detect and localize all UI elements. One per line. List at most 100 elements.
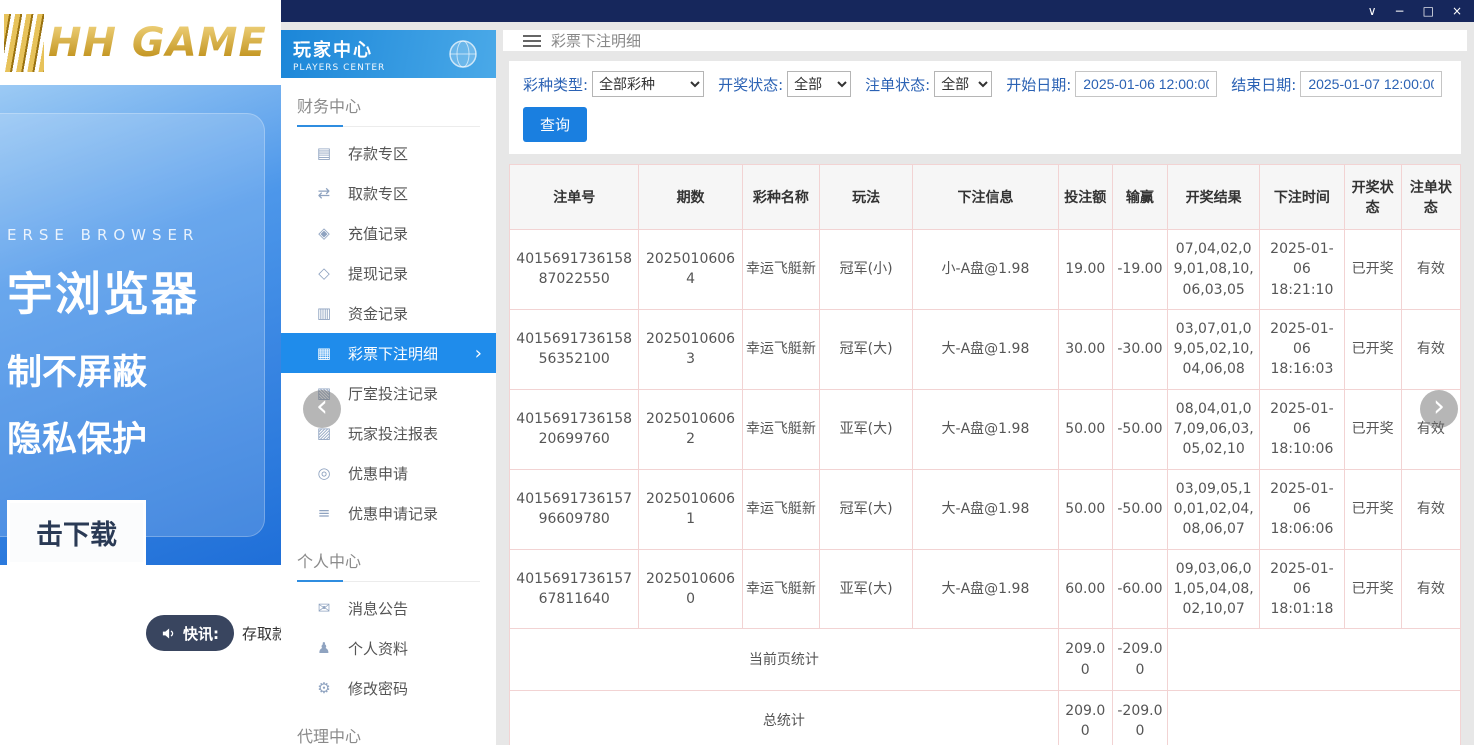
page-total-label: 当前页统计 <box>510 629 1059 691</box>
start-date-label: 开始日期: <box>1006 74 1071 95</box>
cell-win_loss: -30.00 <box>1112 309 1167 389</box>
cell-draw_status: 已开奖 <box>1344 230 1401 310</box>
draw-status-select[interactable]: 全部 <box>787 71 851 97</box>
hhgame-logo-icon <box>4 14 44 72</box>
promo-apply-record-icon: ≡ <box>315 504 333 522</box>
window-maximize-icon[interactable]: □ <box>1423 5 1434 17</box>
cell-draw_status: 已开奖 <box>1344 389 1401 469</box>
cell-order_no: 401569173615767811640 <box>510 549 639 629</box>
cell-play: 冠军(大) <box>819 469 912 549</box>
cell-lottery_name: 幸运飞艇新 <box>742 469 819 549</box>
speaker-icon <box>161 626 176 641</box>
sidebar-item-label: 取款专区 <box>348 183 408 204</box>
cell-bet_amount: 60.00 <box>1058 549 1112 629</box>
lottery-type-label: 彩种类型: <box>523 74 588 95</box>
table-row: 40156917361579660978020250106061幸运飞艇新冠军(… <box>510 469 1461 549</box>
sidebar-item-funds-record[interactable]: ▥资金记录 <box>281 293 496 333</box>
col-header-bet_amount: 投注额 <box>1058 165 1112 230</box>
cell-period: 20250106060 <box>639 549 742 629</box>
cell-win_loss: -19.00 <box>1112 230 1167 310</box>
download-button[interactable]: 击下载 <box>7 500 146 565</box>
page-total-row: 当前页统计 209.00 -209.00 <box>510 629 1461 691</box>
page-total-bet: 209.00 <box>1058 629 1112 691</box>
sidebar-item-withdraw[interactable]: ⇄取款专区 <box>281 173 496 213</box>
promo-banner-card: ERSE BROWSER 宇浏览器 制不屏蔽 隐私保护 击下载 <box>0 113 265 537</box>
cell-play: 亚军(大) <box>819 389 912 469</box>
cell-order_no: 401569173615796609780 <box>510 469 639 549</box>
end-date-input[interactable] <box>1300 71 1442 97</box>
sidebar-item-withdraw-record[interactable]: ◇ 提现记录 <box>281 253 496 293</box>
filter-panel: 彩种类型: 全部彩种 开奖状态: 全部 注单状态: 全部 <box>509 61 1461 154</box>
cell-period: 20250106064 <box>639 230 742 310</box>
col-header-lottery_name: 彩种名称 <box>742 165 819 230</box>
cell-bet_amount: 19.00 <box>1058 230 1112 310</box>
grand-total-empty <box>1168 691 1461 745</box>
sidebar-item-profile[interactable]: ♟个人资料 <box>281 628 496 668</box>
order-status-select[interactable]: 全部 <box>934 71 992 97</box>
menu-toggle-icon[interactable] <box>523 35 541 47</box>
sidebar-item-change-password[interactable]: ⚙修改密码 <box>281 668 496 708</box>
cell-draw_result: 09,03,06,01,05,04,08,02,10,07 <box>1168 549 1260 629</box>
section-title-0: 财务中心 <box>297 93 480 127</box>
sidebar-item-label: 修改密码 <box>348 678 408 699</box>
end-date-label: 结束日期: <box>1231 74 1296 95</box>
cell-draw_result: 03,07,01,09,05,02,10,04,06,08 <box>1168 309 1260 389</box>
cell-period: 20250106063 <box>639 309 742 389</box>
col-header-bet_info: 下注信息 <box>913 165 1058 230</box>
cell-win_loss: -50.00 <box>1112 389 1167 469</box>
grand-total-row: 总统计 209.00 -209.00 <box>510 691 1461 745</box>
page-total-winloss: -209.00 <box>1112 629 1167 691</box>
sidebar-item-recharge-record[interactable]: ◈充值记录 <box>281 213 496 253</box>
cell-bet_amount: 30.00 <box>1058 309 1112 389</box>
table-stats: 当前页统计 209.00 -209.00 总统计 209.00 -209.00 <box>510 629 1461 745</box>
cell-win_loss: -60.00 <box>1112 549 1167 629</box>
grand-total-bet: 209.00 <box>1058 691 1112 745</box>
promo-apply-icon: ◎ <box>315 464 333 482</box>
query-button[interactable]: 查询 <box>523 107 587 142</box>
cell-play: 亚军(大) <box>819 549 912 629</box>
cell-order_status: 有效 <box>1401 309 1460 389</box>
sidebar-item-label: 提现记录 <box>348 263 408 284</box>
carousel-next-button[interactable]: › <box>1420 390 1458 428</box>
cell-order_no: 401569173615887022550 <box>510 230 639 310</box>
cell-draw_status: 已开奖 <box>1344 469 1401 549</box>
window-close-icon[interactable]: × <box>1452 5 1462 17</box>
sidebar-item-promo-apply-record[interactable]: ≡ 优惠申请记录 <box>281 493 496 533</box>
sidebar-item-label: 优惠申请记录 <box>348 503 438 524</box>
withdraw-record-icon: ◇ <box>315 264 333 282</box>
sidebar-item-label: 厅室投注记录 <box>348 383 438 404</box>
sidebar-item-label: 优惠申请 <box>348 463 408 484</box>
sidebar-item-label: 玩家投注报表 <box>348 423 438 444</box>
ticker-text: 存取款, <box>242 623 281 644</box>
sidebar-item-label: 存款专区 <box>348 143 408 164</box>
sidebar: 玩家中心 PLAYERS CENTER 财务中心▤存款专区⇄取款专区◈充值记录◇… <box>281 30 496 745</box>
screen: HH GAME ERSE BROWSER 宇浏览器 制不屏蔽 隐私保护 击下载 … <box>0 0 1474 745</box>
lottery-type-select[interactable]: 全部彩种 <box>592 71 704 97</box>
window-minimize-icon[interactable]: − <box>1395 5 1405 17</box>
cell-lottery_name: 幸运飞艇新 <box>742 549 819 629</box>
cell-lottery_name: 幸运飞艇新 <box>742 230 819 310</box>
banner-tagline: ERSE BROWSER <box>7 226 256 244</box>
ticker-label: 快讯: <box>183 623 219 644</box>
sidebar-header: 玩家中心 PLAYERS CENTER <box>281 30 496 78</box>
sidebar-item-deposit[interactable]: ▤存款专区 <box>281 133 496 173</box>
grand-total-label: 总统计 <box>510 691 1059 745</box>
cell-lottery_name: 幸运飞艇新 <box>742 309 819 389</box>
grand-total-winloss: -209.00 <box>1112 691 1167 745</box>
cell-order_status: 有效 <box>1401 469 1460 549</box>
table-row: 40156917361582069976020250106062幸运飞艇新亚军(… <box>510 389 1461 469</box>
sidebar-item-announcements[interactable]: ✉消息公告 <box>281 588 496 628</box>
sidebar-item-promo-apply[interactable]: ◎ 优惠申请 <box>281 453 496 493</box>
window-titlebar: ∨ − □ × <box>281 0 1474 22</box>
start-date-input[interactable] <box>1075 71 1217 97</box>
bet-table: 注单号期数彩种名称玩法下注信息投注额输赢开奖结果下注时间开奖状态注单状态 401… <box>509 164 1461 745</box>
lottery-bet-details-icon: ▦ <box>315 344 333 362</box>
announcement-bell-icon: ✉ <box>315 599 333 617</box>
cell-bet_info: 大-A盘@1.98 <box>913 389 1058 469</box>
window-dropdown-icon[interactable]: ∨ <box>1368 5 1377 17</box>
sidebar-item-lottery-bet-details[interactable]: ▦彩票下注明细› <box>281 333 496 373</box>
table-row: 40156917361588702255020250106064幸运飞艇新冠军(… <box>510 230 1461 310</box>
news-ticker-badge: 快讯: <box>146 615 234 651</box>
carousel-prev-button[interactable]: ‹ <box>303 390 341 428</box>
section-title-1: 个人中心 <box>297 548 480 582</box>
